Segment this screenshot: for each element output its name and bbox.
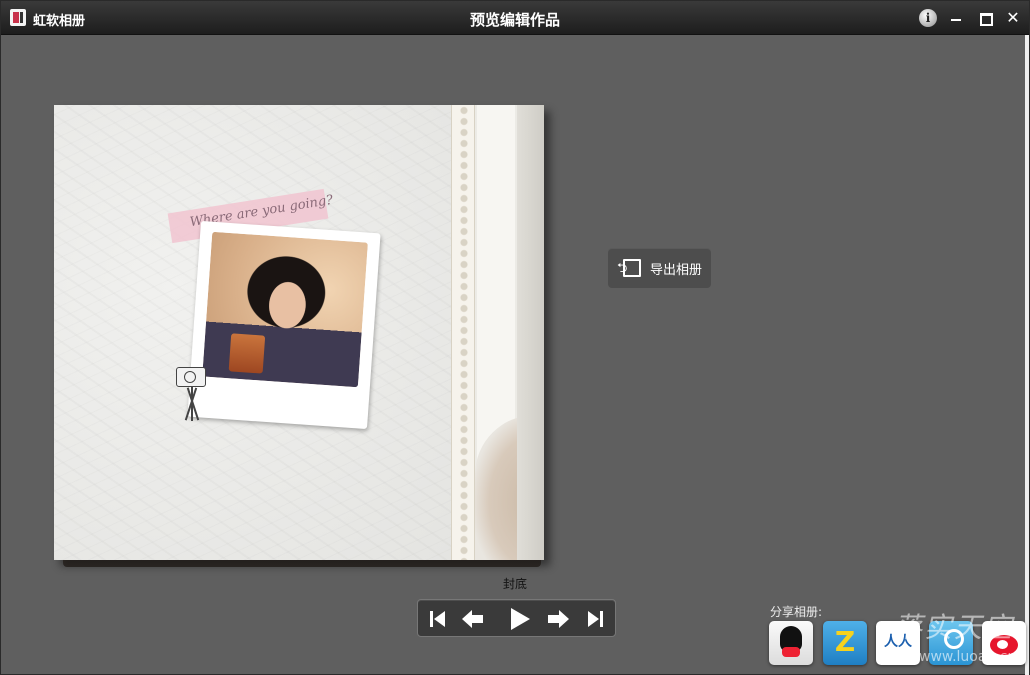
title-bar[interactable]: 虹软相册 预览编辑作品 i ✕ xyxy=(1,1,1029,35)
first-page-icon[interactable] xyxy=(426,606,452,632)
next-page-icon[interactable] xyxy=(546,606,572,632)
export-album-button[interactable]: 导出相册 xyxy=(608,248,711,288)
watermark-url: www.luoan.cn xyxy=(919,649,1017,665)
maximize-icon[interactable] xyxy=(975,8,995,28)
portrait-photo xyxy=(202,231,368,388)
album-preview[interactable]: Where are you going? xyxy=(54,105,544,560)
app-window: 虹软相册 预览编辑作品 i ✕ Where are you going? ⮌ 导… xyxy=(0,0,1030,675)
lace-border xyxy=(451,105,475,560)
camera-sketch-icon xyxy=(174,355,224,425)
info-icon[interactable]: i xyxy=(919,9,937,27)
export-icon xyxy=(617,257,641,281)
window-title: 预览编辑作品 xyxy=(469,11,560,29)
page-label: 封底 xyxy=(503,577,528,591)
close-icon[interactable]: ✕ xyxy=(1003,8,1023,28)
share-label: 分享相册: xyxy=(770,605,823,619)
album-edge-strip xyxy=(517,105,544,560)
minimize-icon[interactable] xyxy=(946,8,966,28)
share-qq-icon[interactable] xyxy=(769,621,813,665)
playback-controls xyxy=(417,599,616,637)
share-qzone-icon[interactable] xyxy=(823,621,867,665)
last-page-icon[interactable] xyxy=(583,606,609,632)
drink-cup xyxy=(228,333,266,374)
window-edge xyxy=(1025,35,1029,675)
watermark-logo: 落实天空 xyxy=(894,611,1015,644)
export-label: 导出相册 xyxy=(650,263,703,278)
play-icon[interactable] xyxy=(506,606,532,632)
previous-page-icon[interactable] xyxy=(460,606,486,632)
